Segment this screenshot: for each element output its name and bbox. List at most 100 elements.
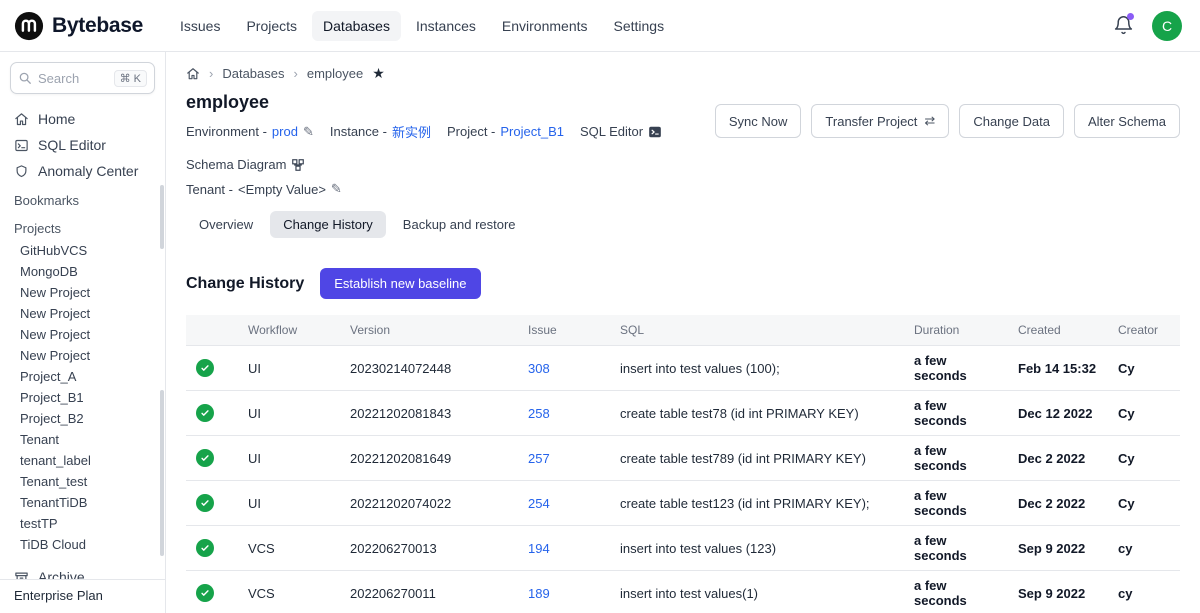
issue-link[interactable]: 254: [528, 496, 550, 511]
cell-workflow: UI: [238, 436, 340, 481]
edit-tenant-icon[interactable]: ✎: [331, 181, 342, 197]
sidebar-project-item[interactable]: MongoDB: [0, 261, 165, 282]
status-cell: [186, 391, 238, 436]
table-row[interactable]: UI20221202074022254create table test123 …: [186, 481, 1180, 526]
success-icon: [196, 539, 214, 557]
sidebar-item-label: Home: [38, 111, 75, 127]
sidebar-project-item[interactable]: Project_A: [0, 366, 165, 387]
sidebar: ⌘ K Home SQL Editor Anomaly Center: [0, 52, 166, 613]
issue-link[interactable]: 194: [528, 541, 550, 556]
search-box[interactable]: ⌘ K: [10, 62, 155, 94]
topbar-right: C: [1113, 11, 1182, 41]
action-button-sync-now[interactable]: Sync Now: [715, 104, 802, 138]
environment-meta: Environment - prod ✎: [186, 124, 314, 140]
sidebar-project-item[interactable]: New Project: [0, 303, 165, 324]
tab-backup-and-restore[interactable]: Backup and restore: [390, 211, 529, 238]
table-row[interactable]: VCS202206270011189insert into test value…: [186, 571, 1180, 613]
column-header-duration: Duration: [904, 315, 1008, 346]
cell-created: Sep 9 2022: [1008, 526, 1108, 571]
change-history-section-head: Change History Establish new baseline: [186, 268, 1180, 299]
success-icon: [196, 404, 214, 422]
sidebar-project-item[interactable]: testTP: [0, 513, 165, 534]
breadcrumb-employee[interactable]: employee: [307, 66, 363, 81]
sidebar-item-anomaly-center[interactable]: Anomaly Center: [0, 158, 165, 184]
favorite-star-icon[interactable]: ★: [372, 65, 385, 82]
sidebar-project-item[interactable]: TiDB Cloud: [0, 534, 165, 555]
issue-link[interactable]: 189: [528, 586, 550, 601]
cell-duration: a few seconds: [904, 571, 1008, 613]
table-row[interactable]: UI20230214072448308insert into test valu…: [186, 346, 1180, 391]
breadcrumb-databases[interactable]: Databases: [222, 66, 284, 81]
sidebar-project-item[interactable]: Project_B2: [0, 408, 165, 429]
tab-overview[interactable]: Overview: [186, 211, 266, 238]
cell-duration: a few seconds: [904, 436, 1008, 481]
issue-link[interactable]: 258: [528, 406, 550, 421]
issue-link[interactable]: 257: [528, 451, 550, 466]
table-row[interactable]: VCS202206270013194insert into test value…: [186, 526, 1180, 571]
nav-item-databases[interactable]: Databases: [312, 11, 401, 41]
sidebar-project-item[interactable]: tenant_label: [0, 450, 165, 471]
nav-item-environments[interactable]: Environments: [491, 11, 599, 41]
edit-environment-icon[interactable]: ✎: [303, 124, 314, 140]
cell-workflow: VCS: [238, 526, 340, 571]
nav-item-projects[interactable]: Projects: [235, 11, 308, 41]
layout: ⌘ K Home SQL Editor Anomaly Center: [0, 52, 1200, 613]
transfer-icon: ⇄: [924, 113, 935, 129]
sidebar-project-item[interactable]: Tenant: [0, 429, 165, 450]
sidebar-project-item[interactable]: Tenant_test: [0, 471, 165, 492]
sidebar-project-item[interactable]: New Project: [0, 324, 165, 345]
nav-item-settings[interactable]: Settings: [603, 11, 676, 41]
search-input[interactable]: [38, 71, 100, 86]
cell-created: Dec 2 2022: [1008, 436, 1108, 481]
sql-editor-shortcut[interactable]: SQL Editor: [580, 124, 662, 139]
breadcrumb-home-icon[interactable]: [186, 67, 200, 81]
change-history-header-row: WorkflowVersionIssueSQLDurationCreatedCr…: [186, 315, 1180, 346]
sidebar-project-item[interactable]: New Project: [0, 345, 165, 366]
success-icon: [196, 584, 214, 602]
change-history-table: WorkflowVersionIssueSQLDurationCreatedCr…: [186, 315, 1180, 613]
action-button-change-data[interactable]: Change Data: [959, 104, 1064, 138]
action-button-alter-schema[interactable]: Alter Schema: [1074, 104, 1180, 138]
column-header-issue: Issue: [518, 315, 610, 346]
nav-item-instances[interactable]: Instances: [405, 11, 487, 41]
cell-version: 20221202081649: [340, 436, 518, 481]
notification-bell-icon[interactable]: [1113, 15, 1134, 36]
table-row[interactable]: UI20221202081843258create table test78 (…: [186, 391, 1180, 436]
console-icon: [648, 125, 662, 139]
sidebar-scrollbar[interactable]: [160, 185, 164, 249]
search-icon: [18, 71, 32, 85]
sidebar-item-home[interactable]: Home: [0, 106, 165, 132]
cell-version: 20221202081843: [340, 391, 518, 436]
sidebar-scrollbar[interactable]: [160, 390, 164, 556]
cell-sql: insert into test values(1): [610, 571, 904, 613]
nav-item-issues[interactable]: Issues: [169, 11, 231, 41]
column-header-sql: SQL: [610, 315, 904, 346]
cell-sql: create table test123 (id int PRIMARY KEY…: [610, 481, 904, 526]
search-shortcut: ⌘ K: [114, 70, 147, 87]
sidebar-project-item[interactable]: New Project: [0, 282, 165, 303]
schema-diagram-shortcut[interactable]: Schema Diagram: [186, 157, 305, 172]
sidebar-project-item[interactable]: GitHubVCS: [0, 240, 165, 261]
sidebar-project-item[interactable]: Project_B1: [0, 387, 165, 408]
instance-link[interactable]: 新实例: [392, 122, 431, 141]
environment-link[interactable]: prod: [272, 124, 298, 139]
issue-link[interactable]: 308: [528, 361, 550, 376]
project-link[interactable]: Project_B1: [500, 124, 564, 139]
tenant-label: Tenant -: [186, 182, 233, 197]
sidebar-project-item[interactable]: TenantTiDB: [0, 492, 165, 513]
sidebar-item-sql-editor[interactable]: SQL Editor: [0, 132, 165, 158]
cell-creator: Cy: [1108, 436, 1180, 481]
schema-diagram-label: Schema Diagram: [186, 157, 286, 172]
instance-label: Instance -: [330, 124, 387, 139]
action-button-transfer-project[interactable]: Transfer Project⇄: [811, 104, 949, 138]
tenant-meta: Tenant - <Empty Value> ✎: [186, 181, 342, 197]
establish-baseline-button[interactable]: Establish new baseline: [320, 268, 480, 299]
status-cell: [186, 436, 238, 481]
avatar[interactable]: C: [1152, 11, 1182, 41]
cell-creator: Cy: [1108, 346, 1180, 391]
table-row[interactable]: UI20221202081649 257 create table test789 …: [186, 436, 1180, 481]
cell-created: Feb 14 15:32: [1008, 346, 1108, 391]
tab-change-history[interactable]: Change History: [270, 211, 386, 238]
cell-sql: create table test789 (id int PRIMARY KEY…: [610, 436, 904, 481]
brand[interactable]: Bytebase: [14, 11, 143, 41]
